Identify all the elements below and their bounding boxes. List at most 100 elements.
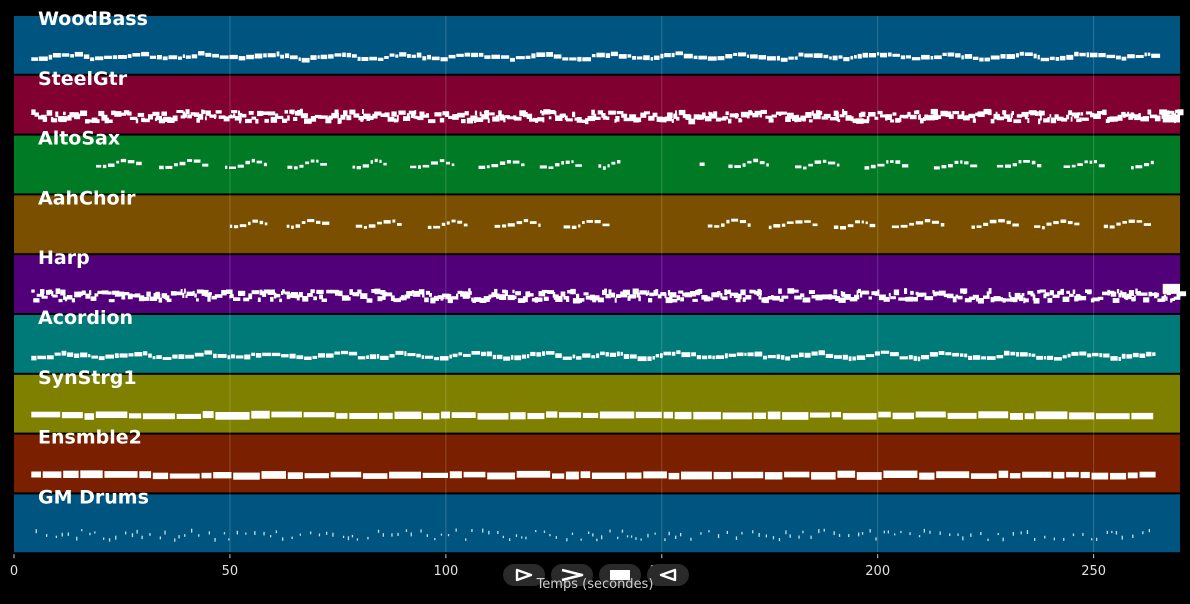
track-synstrg1-note [722, 412, 752, 420]
track-gm-drums-note [957, 533, 959, 536]
track-steelgtr-note [565, 118, 573, 122]
track-aahchoir-note [869, 223, 876, 228]
track-gm-drums-note [987, 538, 989, 541]
track-altosax-note [383, 162, 387, 166]
track-woodbass-note [191, 54, 198, 59]
track-harp-note [808, 290, 815, 294]
track-altosax-note [102, 164, 107, 169]
track-steelgtr-note [1142, 116, 1149, 122]
track-altosax-note [294, 166, 298, 170]
track-aahchoir-note [516, 221, 523, 225]
track-harp-note [469, 291, 472, 295]
track-woodbass-note [921, 54, 930, 60]
track-aahchoir-note [900, 224, 908, 228]
track-acordion-note [304, 356, 312, 360]
track-gm-drums-note [875, 537, 877, 541]
track-altosax-note [571, 160, 574, 164]
track-woodbass-note [219, 55, 229, 59]
track-acordion-note [856, 355, 866, 360]
track-acordion-note [691, 352, 696, 357]
track-harp-note [184, 288, 186, 294]
track-acordion-note [715, 355, 724, 359]
track-synstrg1-note [95, 411, 128, 418]
track-woodbass-note [389, 53, 395, 57]
track-acordion-note [105, 354, 114, 359]
track-altosax-note [486, 165, 490, 169]
track-altosax-note [803, 166, 807, 170]
track-woodbass-note [955, 53, 961, 58]
track-altosax-note [1063, 165, 1071, 168]
track-steelgtr-note [1027, 118, 1030, 123]
track-synstrg1-note [61, 412, 83, 419]
track-gm-drums-note [318, 533, 321, 537]
track-aahchoir-note [291, 225, 294, 229]
track-synstrg1-note [251, 410, 270, 419]
track-altosax-note [1131, 166, 1134, 170]
track-steelgtr-note [267, 111, 276, 116]
track-ensmble2-note [42, 471, 62, 478]
track-acordion-note [471, 351, 481, 355]
track-harp-note [357, 289, 362, 294]
track-gm-drums-note [741, 531, 743, 535]
track-acordion-note [981, 356, 986, 360]
track-synstrg1-note [1069, 412, 1095, 420]
track-acordion-note [503, 356, 511, 361]
track-woodbass-note [168, 55, 178, 60]
track-steelgtr-note [1024, 115, 1028, 120]
track-woodbass-note [972, 56, 979, 60]
track-aahchoir-note [833, 225, 839, 229]
track-woodbass-note [263, 53, 267, 58]
track-steelgtr-note [346, 115, 352, 121]
track-acordion-note [676, 350, 681, 355]
track-woodbass-note [298, 57, 301, 61]
track-gm-drums-note [521, 536, 523, 539]
track-harp-note [158, 297, 163, 303]
track-woodbass-note [596, 52, 605, 58]
track-altosax-note [305, 161, 310, 165]
track-woodbass-note [456, 53, 464, 57]
track-acordion-note [231, 354, 235, 359]
track-steelgtr-note [425, 113, 429, 117]
track-altosax-note [941, 165, 947, 169]
track-acordion-note [562, 356, 572, 360]
track-aahchoir-note [507, 223, 515, 227]
track-harp-note [1072, 289, 1076, 295]
track-woodbass-note [346, 52, 352, 58]
track-harp-note [1025, 298, 1029, 303]
track-aahchoir-note [714, 225, 720, 228]
track-synstrg1-note [546, 411, 558, 418]
track-acordion-note [1121, 353, 1126, 359]
track-steelgtr-note [874, 116, 879, 120]
track-steelgtr-note [238, 117, 242, 124]
track-steelgtr-note [230, 114, 233, 118]
track-altosax-note [127, 160, 135, 164]
track-altosax-note [159, 165, 164, 170]
track-synstrg1-note [451, 412, 476, 418]
track-acordion-note [296, 355, 304, 360]
track-harp-note [233, 297, 241, 301]
track-steelgtr-note [990, 118, 995, 124]
track-acordion-note [591, 355, 596, 359]
track-aahchoir-note [983, 222, 989, 226]
track-acordion-note [728, 353, 736, 357]
track-woodbass-note [880, 52, 887, 58]
track-acordion-note [1139, 353, 1146, 358]
track-harp-note [622, 289, 630, 296]
track-harp-note [772, 295, 780, 301]
track-acordion-note [938, 351, 945, 355]
track-acordion-note [866, 354, 875, 358]
track-harp-note [418, 289, 425, 295]
track-gm-drums-note [141, 535, 143, 540]
track-steelgtr-note [215, 110, 222, 114]
track-acordion-note [781, 355, 785, 360]
track-acordion-note [54, 352, 61, 356]
track-acordion-note [67, 352, 74, 357]
track-gm-drums-note [377, 529, 380, 533]
track-woodbass-note [342, 52, 346, 57]
track-synstrg1-note [176, 413, 201, 419]
track-acordion-note [271, 352, 281, 357]
track-acordion-note [407, 353, 416, 357]
track-gm-drums-label: GM Drums [38, 486, 149, 508]
track-gm-drums-note [980, 532, 982, 536]
track-altosax-note [548, 166, 554, 169]
